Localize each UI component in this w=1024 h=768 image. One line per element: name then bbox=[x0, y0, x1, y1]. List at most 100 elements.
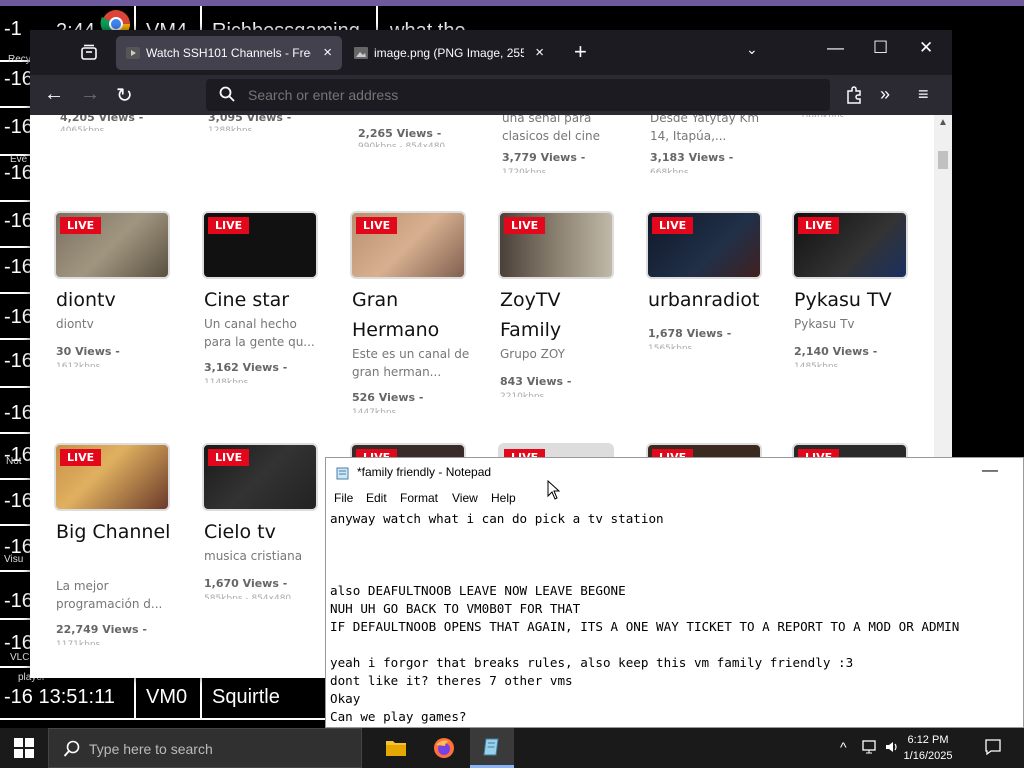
notepad-taskbar-button[interactable] bbox=[470, 728, 514, 768]
reload-icon[interactable]: ↻ bbox=[116, 83, 133, 108]
tab-image-png[interactable]: image.png (PNG Image, 2557 × × bbox=[344, 36, 554, 70]
channel-title[interactable]: urbanradiot bbox=[648, 285, 766, 315]
scrollbar-thumb[interactable] bbox=[938, 151, 948, 169]
views-count: 3,162 Views - bbox=[204, 361, 288, 374]
menu-format[interactable]: Format bbox=[400, 491, 438, 505]
address-input[interactable] bbox=[248, 79, 808, 111]
bitrate: 668kbps bbox=[650, 168, 689, 173]
folder-icon bbox=[386, 741, 406, 756]
taskbar-search-box[interactable]: Type here to search bbox=[48, 728, 362, 768]
desktop-icon-label[interactable]: Eve bbox=[10, 154, 27, 165]
channel-thumbnail[interactable]: LIVE bbox=[202, 443, 318, 511]
file-explorer-taskbar-button[interactable] bbox=[374, 728, 418, 768]
channel-title[interactable]: Pykasu TV bbox=[794, 285, 912, 315]
menu-edit[interactable]: Edit bbox=[366, 491, 387, 505]
maximize-button[interactable]: ☐ bbox=[873, 38, 888, 58]
views-count: 30 Views - bbox=[56, 345, 120, 358]
desktop-icon-label[interactable]: Visu bbox=[4, 554, 23, 565]
minimize-button[interactable]: — bbox=[827, 38, 844, 58]
forward-arrow-icon[interactable]: → bbox=[80, 83, 100, 106]
grid-line bbox=[0, 200, 30, 202]
views-count: 3,183 Views - bbox=[650, 151, 734, 164]
live-badge: LIVE bbox=[504, 217, 546, 234]
live-badge: LIVE bbox=[208, 449, 250, 466]
chat-row-prefix: -16 bbox=[4, 162, 33, 184]
channel-thumbnail[interactable]: LIVE bbox=[498, 211, 614, 279]
show-hidden-icons-chevron-icon[interactable]: ^ bbox=[840, 739, 847, 755]
scroll-up-arrow-icon[interactable]: ▲ bbox=[938, 117, 948, 128]
clock-time: 6:12 PM bbox=[907, 734, 949, 746]
channel-thumbnail[interactable]: LIVE bbox=[202, 211, 318, 279]
desktop-icon-label[interactable]: Not bbox=[6, 456, 22, 467]
search-placeholder: Type here to search bbox=[89, 741, 213, 757]
channel-description: Un canal hecho para la gente qu... bbox=[204, 317, 315, 349]
extensions-icon[interactable] bbox=[844, 85, 864, 105]
notification-center-icon[interactable] bbox=[984, 738, 1002, 756]
channel-description: Grupo ZOY bbox=[500, 347, 565, 361]
channel-title[interactable]: Cine star bbox=[204, 285, 322, 315]
channel-title[interactable]: Cielo tv bbox=[204, 517, 322, 547]
channel-title[interactable]: Gran Hermano bbox=[352, 285, 470, 345]
chat-last-time: -16 13:51:11 bbox=[4, 686, 115, 708]
video-favicon-icon bbox=[126, 47, 140, 59]
channel-description: musica cristiana bbox=[204, 549, 303, 563]
chat-row-prefix: -16 bbox=[4, 256, 33, 278]
tab-label: image.png (PNG Image, 2557 × bbox=[374, 46, 524, 60]
grid-line bbox=[0, 292, 30, 294]
channel-title[interactable]: ZoyTV Family bbox=[500, 285, 618, 345]
views-count: 2,140 Views - bbox=[794, 345, 878, 358]
grid-line bbox=[0, 570, 30, 572]
channel-thumbnail[interactable]: LIVE bbox=[646, 211, 762, 279]
grid-line bbox=[0, 106, 30, 108]
chat-last-vm: VM0 bbox=[146, 686, 188, 708]
channel-thumbnail[interactable]: LIVE bbox=[54, 211, 170, 279]
firefox-taskbar-button[interactable] bbox=[422, 728, 466, 768]
notepad-text-area[interactable]: anyway watch what i can do pick a tv sta… bbox=[330, 510, 1023, 727]
channel-thumbnail[interactable]: LIVE bbox=[350, 211, 466, 279]
notepad-titlebar[interactable]: *family friendly - Notepad — bbox=[326, 458, 1023, 488]
taskbar-clock[interactable]: 6:12 PM 1/16/2025 bbox=[898, 732, 958, 764]
tab-close-icon[interactable]: × bbox=[535, 44, 544, 61]
desktop-icon-label[interactable]: Recy bbox=[8, 54, 31, 65]
menu-file[interactable]: File bbox=[334, 491, 353, 505]
channel-thumbnail[interactable]: LIVE bbox=[792, 211, 908, 279]
channel-title[interactable]: diontv bbox=[56, 285, 174, 315]
menu-help[interactable]: Help bbox=[491, 491, 516, 505]
notepad-window: *family friendly - Notepad — File Edit F… bbox=[325, 457, 1024, 728]
desktop-icon-label[interactable]: VLC bbox=[10, 652, 29, 663]
notepad-minimize-button[interactable]: — bbox=[982, 462, 998, 480]
views-count: 3,779 Views - bbox=[502, 151, 586, 164]
bitrate: 990kbps - 854x480 bbox=[358, 142, 446, 147]
grid-line bbox=[0, 432, 30, 434]
list-all-tabs-chevron-icon[interactable]: ⌄ bbox=[746, 41, 758, 58]
channel-thumbnail[interactable]: LIVE bbox=[54, 443, 170, 511]
new-tab-button[interactable]: + bbox=[574, 39, 587, 65]
live-badge: LIVE bbox=[798, 217, 840, 234]
chat-row-prefix: -16 bbox=[4, 210, 33, 232]
tab-close-icon[interactable]: × bbox=[323, 44, 332, 61]
url-bar[interactable] bbox=[206, 79, 830, 111]
chat-row-prefix: -16 bbox=[4, 68, 33, 90]
back-arrow-icon[interactable]: ← bbox=[44, 83, 64, 106]
tab-watch-ssh101[interactable]: Watch SSH101 Channels - Free × bbox=[116, 36, 342, 70]
menu-hamburger-icon[interactable]: ≡ bbox=[918, 84, 929, 105]
overflow-chevrons-icon[interactable]: » bbox=[880, 84, 890, 105]
firefox-view-icon[interactable] bbox=[78, 42, 100, 64]
live-badge: LIVE bbox=[208, 217, 250, 234]
notepad-icon bbox=[336, 467, 349, 480]
tab-bar: Watch SSH101 Channels - Free × image.png… bbox=[30, 30, 952, 75]
menu-view[interactable]: View bbox=[452, 491, 478, 505]
close-button[interactable]: ✕ bbox=[919, 38, 933, 58]
grid-line bbox=[200, 6, 202, 32]
live-badge: LIVE bbox=[356, 217, 398, 234]
chat-row-prefix: -16 bbox=[4, 306, 33, 328]
network-icon[interactable] bbox=[862, 739, 880, 755]
views-count: 526 Views - bbox=[352, 391, 424, 404]
grid-line bbox=[0, 386, 30, 388]
windows-taskbar: Type here to search ^ 6:12 PM 1/16/2025 bbox=[0, 728, 1024, 768]
bitrate: 1612kbps bbox=[56, 362, 101, 367]
windows-start-icon[interactable] bbox=[14, 738, 34, 758]
bitrate: 1447kbps bbox=[352, 408, 397, 413]
bitrate: 1485kbps bbox=[794, 362, 839, 367]
channel-title[interactable]: Big Channel bbox=[56, 517, 174, 547]
